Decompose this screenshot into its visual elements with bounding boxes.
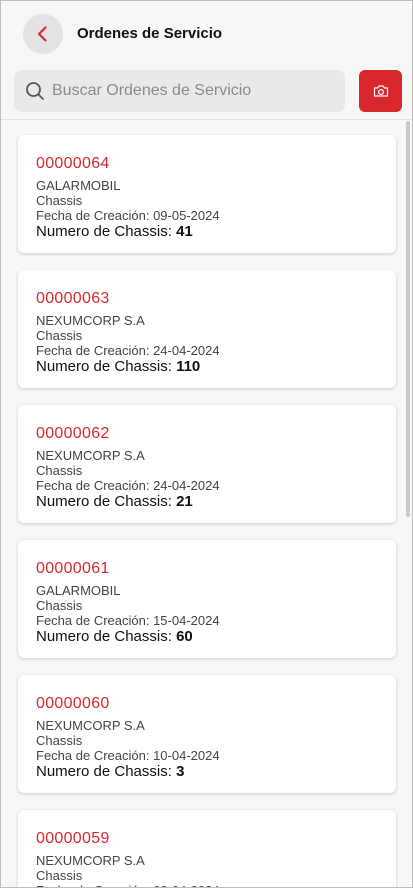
- client-name: NEXUMCORP S.A: [36, 448, 145, 463]
- back-button[interactable]: [23, 14, 63, 54]
- camera-icon: [373, 85, 388, 97]
- search-input[interactable]: [52, 70, 337, 112]
- creation-date-label: Fecha de Creación:: [36, 343, 154, 358]
- app-header: Ordenes de Servicio: [1, 1, 412, 65]
- chassis-count-label: Numero de Chassis:: [36, 223, 177, 240]
- page-title: Ordenes de Servicio: [77, 25, 223, 42]
- order-type: Chassis: [36, 733, 83, 748]
- chassis-count-value: 110: [176, 358, 201, 375]
- order-number: 00000060: [36, 695, 110, 712]
- camera-button[interactable]: [359, 70, 402, 112]
- creation-date: Fecha de Creación: 02-04-2024: [36, 883, 220, 887]
- order-number: 00000062: [36, 425, 110, 442]
- order-type: Chassis: [36, 328, 83, 343]
- chassis-count-label: Numero de Chassis:: [36, 628, 177, 645]
- creation-date-value: 02-04-2024: [153, 883, 220, 887]
- chassis-count-value: 3: [176, 763, 185, 780]
- creation-date-label: Fecha de Creación:: [36, 748, 154, 763]
- order-type: Chassis: [36, 868, 83, 883]
- creation-date-value: 10-04-2024: [153, 748, 220, 763]
- creation-date-value: 15-04-2024: [153, 613, 220, 628]
- order-card[interactable]: 00000060 NEXUMCORP S.A Chassis Fecha de Cre…: [18, 675, 396, 793]
- client-name: NEXUMCORP S.A: [36, 718, 145, 733]
- client-name: GALARMOBIL: [36, 178, 121, 193]
- chassis-count: Numero de Chassis: 41: [36, 223, 193, 240]
- order-card[interactable]: 00000059 NEXUMCORP S.AChassisFecha de Cre…: [18, 810, 396, 887]
- chevron-left-icon: [37, 26, 47, 42]
- chassis-count: Numero de Chassis: 110: [36, 358, 200, 375]
- chassis-count: Numero de Chassis: 60: [36, 628, 193, 645]
- creation-date: Fecha de Creación: 15-04-2024: [36, 613, 220, 628]
- creation-date: Fecha de Creación: 24-04-2024: [36, 343, 220, 358]
- creation-date: Fecha de Creación: 09-05-2024: [36, 208, 220, 223]
- order-card[interactable]: 00000062 NEXUMCORP S.A Chassis Fecha de Cre…: [18, 405, 396, 523]
- order-number: 00000061: [36, 560, 110, 577]
- chassis-count: Numero de Chassis: 3: [36, 763, 184, 780]
- creation-date-value: 09-05-2024: [153, 208, 220, 223]
- chassis-count-label: Numero de Chassis:: [36, 763, 177, 780]
- app-frame: Ordenes de Servicio 00000064GALARMOBILCh…: [0, 0, 413, 888]
- creation-date-label: Fecha de Creación:: [36, 883, 153, 887]
- order-type: Chassis: [36, 598, 83, 613]
- order-card[interactable]: 00000064 GALARMOBIL Chassis Fecha de Creaci…: [18, 135, 396, 253]
- client-name: NEXUMCORP S.A: [36, 313, 145, 328]
- chassis-count-value: 41: [176, 223, 193, 240]
- creation-date-label: Fecha de Creación:: [36, 478, 154, 493]
- order-type: Chassis: [36, 463, 83, 478]
- chassis-count-label: Numero de Chassis:: [36, 358, 177, 375]
- search-icon: [26, 82, 44, 100]
- scrollbar[interactable]: [406, 121, 410, 517]
- creation-date-label: Fecha de Creación:: [36, 613, 154, 628]
- order-type: Chassis: [36, 193, 83, 208]
- order-number: 00000059: [36, 830, 110, 847]
- creation-date-label: Fecha de Creación:: [36, 208, 154, 223]
- header-divider: [1, 119, 412, 120]
- creation-date-value: 24-04-2024: [153, 478, 220, 493]
- creation-date: Fecha de Creación: 24-04-2024: [36, 478, 220, 493]
- order-number: 00000063: [36, 290, 110, 307]
- chassis-count-value: 60: [176, 628, 193, 645]
- chassis-count: Numero de Chassis: 21: [36, 493, 193, 510]
- creation-date-value: 24-04-2024: [153, 343, 220, 358]
- chassis-count-label: Numero de Chassis:: [36, 493, 177, 510]
- order-number: 00000064: [36, 155, 110, 172]
- chassis-count-value: 21: [176, 493, 193, 510]
- creation-date: Fecha de Creación: 10-04-2024: [36, 748, 220, 763]
- order-card[interactable]: 00000061 GALARMOBIL Chassis Fecha de Creaci…: [18, 540, 396, 658]
- order-card[interactable]: 00000063 NEXUMCORP S.A Chassis Fecha de Cre…: [18, 270, 396, 388]
- client-name: NEXUMCORP S.A: [36, 853, 145, 868]
- client-name: GALARMOBIL: [36, 583, 121, 598]
- search-bar[interactable]: [14, 70, 345, 112]
